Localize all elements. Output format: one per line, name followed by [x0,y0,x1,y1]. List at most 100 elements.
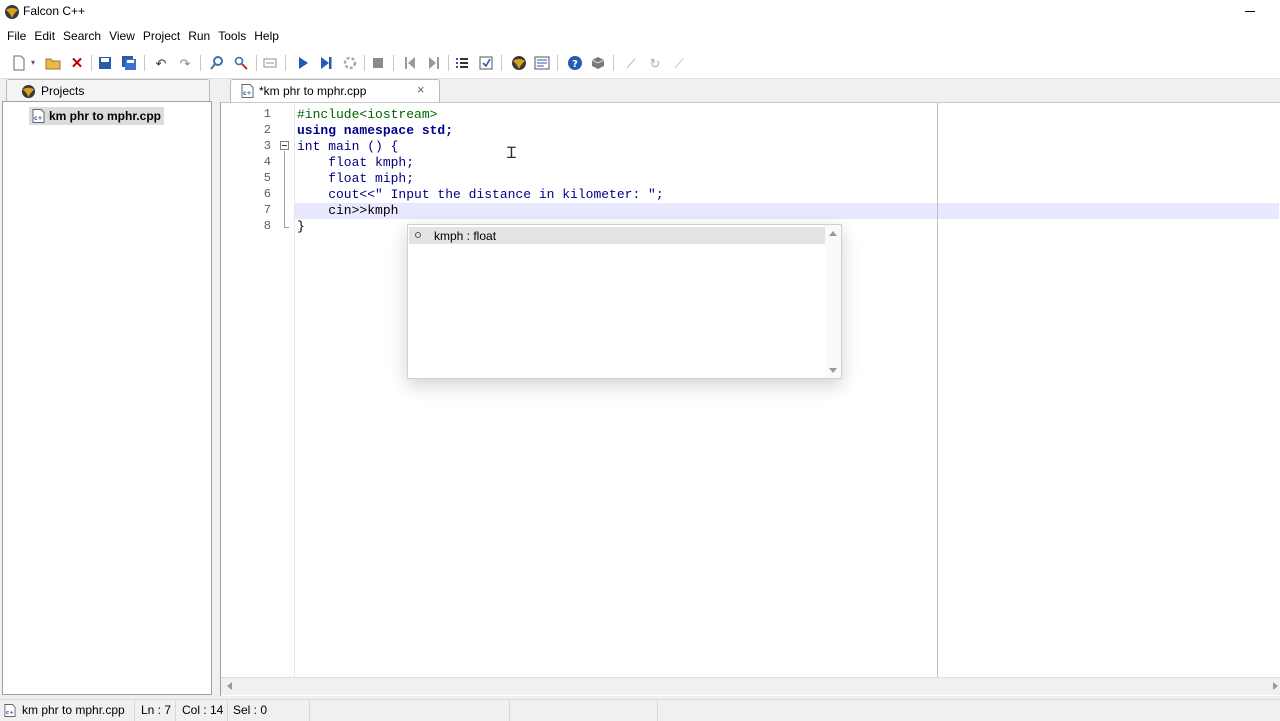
stop-icon[interactable] [369,54,387,72]
toggle-comment-icon[interactable] [261,54,279,72]
replace-icon[interactable] [232,54,250,72]
menu-run[interactable]: Run [184,26,214,46]
line-number: 8 [263,219,271,233]
toolbar-separator [557,55,558,71]
goto-icon[interactable] [477,54,495,72]
save-icon[interactable] [96,54,114,72]
code-editor[interactable]: 1 2 3 4 5 6 7 8 #include<iostream> using… [220,102,1280,696]
line-number-gutter: 1 2 3 4 5 6 7 8 [221,103,295,677]
tab-projects[interactable]: Projects [6,79,210,102]
line-number: 4 [263,155,271,169]
svg-text:c+: c+ [6,710,14,716]
status-file: c+ km phr to mphr.cpp [0,700,135,721]
toolbar-separator [144,55,145,71]
tree-item-file[interactable]: c+ km phr to mphr.cpp [29,107,165,125]
new-file-icon[interactable] [10,54,28,72]
menu-search[interactable]: Search [59,26,105,46]
right-margin-line [937,103,938,677]
svg-text:c+: c+ [34,115,43,122]
falcon-app-icon [5,5,19,19]
code-line-8: } [297,219,305,234]
step-icon[interactable] [317,54,335,72]
title-bar: Falcon C++ [0,0,1280,24]
line-number: 3 [263,139,271,153]
cpp-file-icon: c+ [4,704,16,717]
menu-file[interactable]: File [3,26,30,46]
status-empty-2 [510,700,658,721]
autocomplete-item-label: kmph : float [434,229,497,243]
scroll-left-icon[interactable] [227,682,232,690]
status-file-label: km phr to mphr.cpp [22,703,125,717]
status-line: Ln : 7 [135,700,176,721]
editor-tabs: c+ *km phr to mphr.cpp × [218,79,1280,103]
line-number: 5 [263,171,271,185]
tab-file[interactable]: c+ *km phr to mphr.cpp × [230,79,440,103]
status-bar: c+ km phr to mphr.cpp Ln : 7 Col : 14 Se… [0,699,1280,721]
menu-tools[interactable]: Tools [214,26,250,46]
scroll-down-icon[interactable] [829,368,837,373]
code-line-1: #include<iostream> [297,107,438,122]
horizontal-scrollbar[interactable] [221,677,1280,695]
tool-icon[interactable]: ⟋ [670,54,688,72]
left-panel-tabs: Projects [0,79,218,102]
toolbar-separator [613,55,614,71]
toolbar-separator [364,55,365,71]
scroll-right-icon[interactable] [1273,682,1278,690]
list-icon[interactable] [453,54,471,72]
line-number: 2 [263,123,271,137]
save-all-icon[interactable] [120,54,138,72]
falcon-icon[interactable] [510,54,528,72]
menu-edit[interactable]: Edit [30,26,59,46]
undo-icon[interactable]: ↶ [152,54,170,72]
tab-projects-label: Projects [41,84,85,98]
run-icon[interactable] [294,54,312,72]
menu-project[interactable]: Project [139,26,184,46]
autocomplete-scrollbar[interactable] [825,225,841,378]
toolbar-separator [91,55,92,71]
fold-guide [284,151,285,227]
line-number: 7 [263,203,271,217]
fold-end [284,227,289,228]
menu-view[interactable]: View [105,26,139,46]
code-line-5: float miph; [297,171,415,186]
find-icon[interactable] [208,54,226,72]
tab-close-icon[interactable]: × [417,82,425,97]
autocomplete-item[interactable]: kmph : float [409,227,826,244]
redo-icon[interactable]: ↷ [176,54,194,72]
autocomplete-popup: kmph : float [407,224,842,379]
help-icon[interactable]: ? [566,54,584,72]
next-icon[interactable] [425,54,443,72]
svg-text:c+: c+ [243,90,252,97]
toolbar-separator [393,55,394,71]
project-tree: c+ km phr to mphr.cpp [2,101,212,695]
toolbar: ▾ ✕ ↶ ↷ ? ⟋ ↻ ⟋ [0,47,1280,79]
toolbar-separator [501,55,502,71]
tab-file-label: *km phr to mphr.cpp [259,84,367,98]
close-icon[interactable]: ✕ [68,54,86,72]
cpp-file-icon: c+ [32,109,45,123]
format-icon[interactable]: ⟋ [622,54,640,72]
build-icon[interactable] [341,54,359,72]
scroll-up-icon[interactable] [829,231,837,236]
svg-text:?: ? [572,59,578,70]
menu-bar: File Edit Search View Project Run Tools … [0,24,1280,47]
refresh-icon[interactable]: ↻ [646,54,664,72]
minimize-button[interactable] [1240,2,1260,20]
new-dropdown-icon[interactable]: ▾ [28,54,38,72]
toolbar-separator [256,55,257,71]
tree-item-label: km phr to mphr.cpp [49,109,162,123]
menu-help[interactable]: Help [250,26,283,46]
toolbar-separator [200,55,201,71]
status-empty-1 [310,700,510,721]
open-folder-icon[interactable] [44,54,62,72]
status-sel: Sel : 0 [228,700,310,721]
about-icon[interactable] [589,54,607,72]
variable-icon [415,232,421,238]
code-line-7: cin>>kmph [297,203,399,218]
prev-icon[interactable] [401,54,419,72]
falcon-icon [21,84,36,99]
cpp-file-icon: c+ [241,84,254,98]
code-line-4: float kmph; [297,155,415,170]
options-icon[interactable] [533,54,551,72]
fold-toggle[interactable] [280,141,289,150]
